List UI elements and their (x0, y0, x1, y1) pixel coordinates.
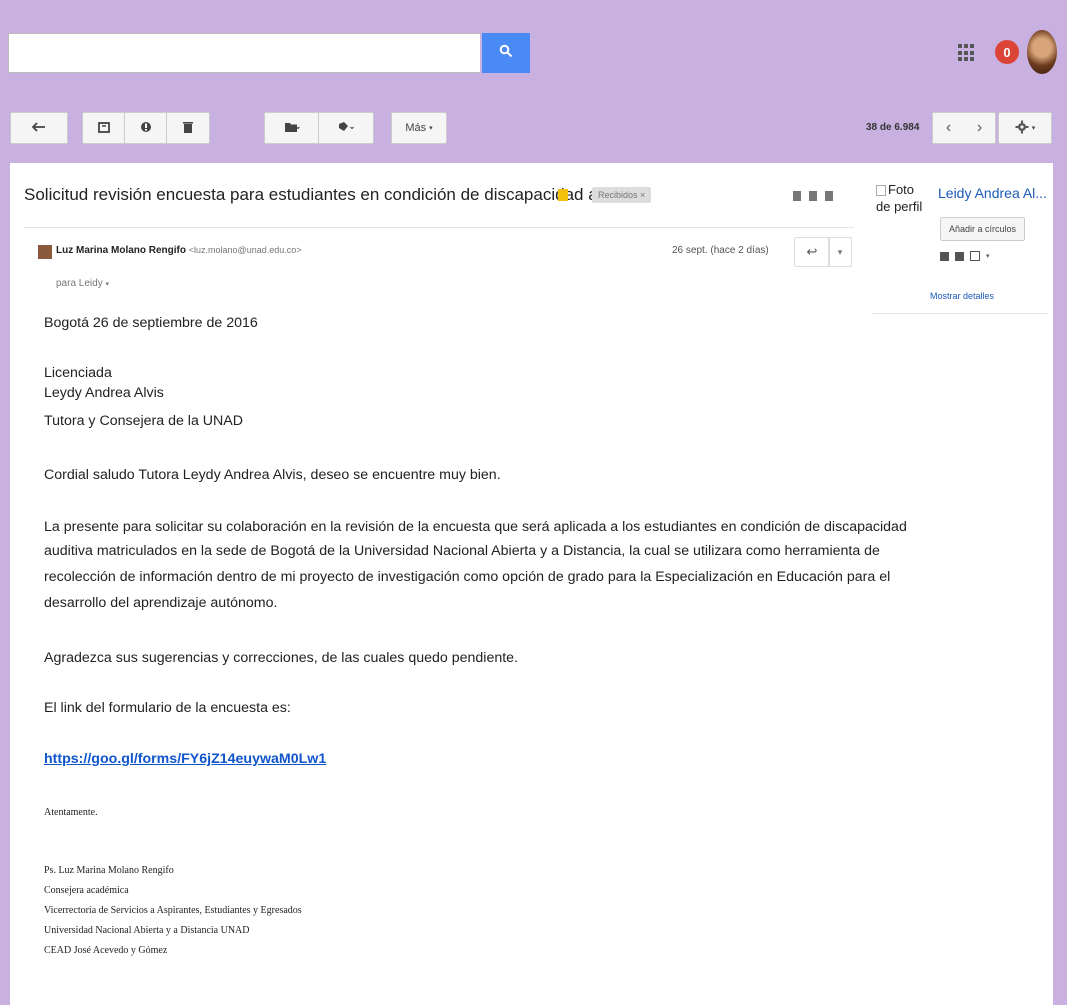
body-greeting: Cordial saludo Tutora Leydy Andrea Alvis… (44, 467, 501, 483)
top-bar: 0 (0, 0, 1067, 90)
signature-line: Consejera académica (44, 885, 129, 896)
notification-badge[interactable]: 0 (995, 40, 1019, 64)
chevron-down-icon: ▾ (837, 246, 843, 257)
search-icon (499, 44, 513, 63)
email-subject: Solicitud revisión encuesta para estudia… (24, 185, 647, 204)
body-thanks: Agradezca sus sugerencias y correcciones… (44, 650, 518, 666)
archive-icon (98, 121, 110, 136)
body-recipient-name: Leydy Andrea Alvis (44, 385, 164, 401)
body-paragraph-line: desarrollo del aprendizaje autónomo. (44, 595, 278, 611)
label-tag-icon (338, 121, 354, 136)
message-pane: Solicitud revisión encuesta para estudia… (10, 163, 1053, 1005)
important-marker-icon[interactable] (558, 189, 568, 201)
new-window-icon[interactable] (825, 191, 833, 201)
email-date: 26 sept. (hace 2 días) (672, 245, 769, 256)
next-page-icon[interactable]: › (964, 119, 995, 137)
profile-name[interactable]: Leidy Andrea Al... (938, 185, 1047, 201)
reply-icon: ↩ (806, 244, 818, 259)
spam-icon (140, 121, 152, 136)
body-paragraph-line: recolección de información dentro de mi … (44, 569, 891, 585)
profile-divider (872, 313, 1048, 314)
settings-button[interactable]: ▾ (998, 112, 1052, 144)
reply-button[interactable]: ↩ (794, 237, 830, 267)
signature-line: Vicerrectoría de Servicios a Aspirantes,… (44, 905, 302, 916)
back-arrow-icon (31, 121, 46, 135)
chevron-down-icon[interactable]: ▾ (986, 252, 995, 261)
signature-line: CEAD José Acevedo y Gómez (44, 945, 168, 956)
closing-text: Atentamente. (44, 807, 98, 818)
more-button[interactable]: Más ▾ (391, 112, 447, 144)
action-group (82, 112, 250, 144)
sender-name: Luz Marina Molano Rengifo (56, 245, 186, 256)
move-to-button[interactable] (264, 112, 320, 144)
pagination-group: ‹ › (932, 112, 996, 144)
apps-grid-icon[interactable] (958, 44, 976, 62)
expand-all-icon[interactable] (793, 191, 801, 201)
body-link-intro: El link del formulario de la encuesta es… (44, 700, 291, 716)
more-label: Más (405, 122, 427, 134)
inbox-label-chip[interactable]: Recibidos × (592, 187, 652, 203)
body-paragraph-line: La presente para solicitar su colaboraci… (44, 519, 907, 535)
video-icon[interactable] (955, 251, 964, 261)
gear-icon (1015, 120, 1029, 137)
recipient-line[interactable]: para Leidy ▾ (56, 278, 109, 289)
body-paragraph-line: auditiva matriculados en la sede de Bogo… (44, 543, 880, 559)
report-spam-button[interactable] (124, 112, 168, 144)
print-icon[interactable] (809, 191, 817, 201)
search-button[interactable] (482, 33, 530, 73)
archive-button[interactable] (82, 112, 126, 144)
form-link-text[interactable]: https://goo.gl/forms/FY6jZ14euywaM0Lw1 (44, 751, 326, 767)
label-text: Recibidos (598, 190, 638, 200)
chevron-down-icon: ▾ (105, 281, 109, 288)
chevron-down-icon: ▾ (429, 125, 433, 132)
subject-actions (793, 191, 833, 201)
email-icon[interactable] (970, 251, 980, 261)
chat-icon[interactable] (940, 251, 949, 261)
signature-line: Universidad Nacional Abierta y a Distanc… (44, 925, 250, 936)
sender-email: <luz.molano@unad.edu.co> (188, 245, 302, 255)
add-to-circles-button[interactable]: Añadir a círculos (940, 217, 1026, 241)
show-details-link[interactable]: Mostrar detalles (930, 291, 994, 301)
form-link[interactable]: https://goo.gl/forms/FY6jZ14euywaM0Lw1 (44, 749, 326, 769)
back-button[interactable] (10, 112, 68, 144)
body-date-line: Bogotá 26 de septiembre de 2016 (44, 315, 258, 331)
body-recipient-title: Licenciada (44, 365, 112, 381)
subject-divider (24, 227, 854, 228)
broken-image-icon (876, 185, 886, 197)
sender-info: Luz Marina Molano Rengifo <luz.molano@un… (56, 245, 302, 256)
search-input[interactable] (8, 33, 480, 73)
sender-avatar (38, 245, 52, 259)
recipient-text: para Leidy (56, 278, 103, 289)
folder-icon (284, 121, 300, 136)
account-avatar[interactable] (1027, 30, 1057, 74)
prev-page-icon[interactable]: ‹ (933, 119, 964, 137)
signature-line: Ps. Luz Marina Molano Rengifo (44, 865, 174, 876)
profile-photo: Foto de perfil (876, 181, 930, 253)
more-actions-button[interactable]: ▾ (828, 237, 852, 267)
move-label-group (264, 112, 374, 144)
body-recipient-role: Tutora y Consejera de la UNAD (44, 413, 243, 429)
trash-icon (183, 121, 193, 136)
message-counter: 38 de 6.984 (866, 122, 920, 133)
profile-actions: ▾ (940, 251, 995, 261)
delete-button[interactable] (166, 112, 210, 144)
chevron-down-icon: ▾ (1031, 125, 1036, 132)
toolbar: Más ▾ 38 de 6.984 ‹ › ▾ (0, 100, 1067, 156)
labels-button[interactable] (318, 112, 374, 144)
